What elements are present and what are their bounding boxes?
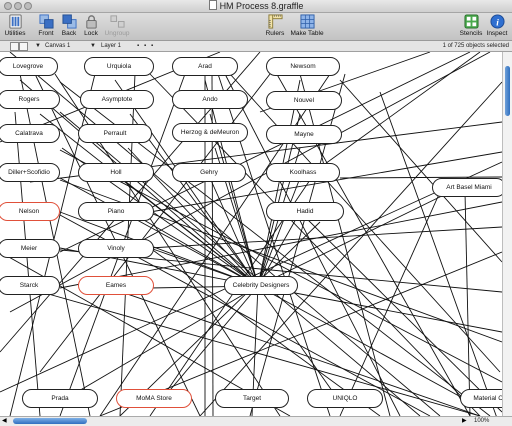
utilities-button[interactable]: Utilities xyxy=(3,13,27,37)
layer-visibility-icon[interactable]: ▪ xyxy=(137,41,139,51)
diagram-node[interactable]: Material Co xyxy=(460,389,502,408)
diagram-node[interactable]: Herzog & deMeuron xyxy=(172,123,248,142)
document-icon xyxy=(208,0,217,10)
diagram-node[interactable]: Koolhass xyxy=(266,163,340,182)
svg-text:i: i xyxy=(496,18,499,28)
rulers-icon xyxy=(267,14,283,29)
diagram-node[interactable]: Holl xyxy=(78,163,154,182)
toolbar: Utilities Front Back Lock Ungroup Rulers… xyxy=(0,13,512,41)
ungroup-icon xyxy=(109,15,125,28)
diagram-node[interactable]: UNIQLO xyxy=(307,389,383,408)
connection-lines xyxy=(0,52,502,416)
info-icon: i xyxy=(489,14,505,29)
front-button[interactable]: Front xyxy=(37,13,55,37)
next-canvas-button[interactable] xyxy=(19,42,28,51)
front-label: Front xyxy=(38,30,54,37)
horizontal-scroll-thumb[interactable] xyxy=(13,418,87,424)
diagram-node[interactable]: Celebrity Designers xyxy=(224,276,298,295)
diagram-node[interactable]: Nelson xyxy=(0,202,60,221)
utilities-icon xyxy=(8,14,22,29)
layer-menu-icon: ▼ xyxy=(90,43,96,49)
diagram-node[interactable]: Hadid xyxy=(266,202,344,221)
layer-print-icon[interactable]: ▪ xyxy=(144,41,146,51)
canvas-selector[interactable]: Canvas 1 xyxy=(45,41,70,51)
ungroup-label: Ungroup xyxy=(104,30,130,37)
make-table-label: Make Table xyxy=(290,30,324,37)
rulers-label: Rulers xyxy=(265,30,285,37)
diagram-node[interactable]: Eames xyxy=(78,276,154,295)
stencils-label: Stencils xyxy=(459,30,483,37)
layer-selector[interactable]: Layer 1 xyxy=(101,41,121,51)
utilities-label: Utilities xyxy=(4,30,26,37)
diagram-node[interactable]: Meier xyxy=(0,239,60,258)
canvas-menu-icon: ▼ xyxy=(35,43,41,49)
back-button[interactable]: Back xyxy=(61,13,77,37)
make-table-button[interactable]: Make Table xyxy=(289,13,325,37)
diagram-node[interactable]: Ando xyxy=(172,90,248,109)
diagram-node[interactable]: Rogers xyxy=(0,90,60,109)
selection-status: 1 of 725 objects selected xyxy=(442,43,509,49)
diagram-node[interactable]: Gehry xyxy=(172,163,246,182)
diagram-node[interactable]: Art Basel Miami xyxy=(432,178,502,197)
window-titlebar: HM Process 8.graffle xyxy=(0,0,512,13)
diagram-node[interactable]: Prada xyxy=(22,389,98,408)
window-title-text: HM Process 8.graffle xyxy=(219,1,304,11)
diagram-node[interactable]: Urquiola xyxy=(84,57,154,76)
diagram-node[interactable]: Vinoly xyxy=(78,239,154,258)
stencils-button[interactable]: Stencils xyxy=(459,13,483,37)
diagram-node[interactable]: Diller+Scofidio xyxy=(0,163,60,182)
diagram-node[interactable]: MoMA Store xyxy=(116,389,192,408)
send-to-back-icon xyxy=(61,14,77,29)
canvas-layer-bar: ▼ Canvas 1 ▼ Layer 1 ▪ ▪ ▪ 1 of 725 obje… xyxy=(0,41,512,52)
diagram-node[interactable]: Calatrava xyxy=(0,124,60,143)
inspect-button[interactable]: i Inspect xyxy=(486,13,508,37)
diagram-node[interactable]: Target xyxy=(215,389,289,408)
lock-icon xyxy=(85,15,97,29)
rulers-button[interactable]: Rulers xyxy=(264,13,286,37)
diagram-node[interactable]: Lovegrove xyxy=(0,57,58,76)
vertical-scroll-thumb[interactable] xyxy=(505,66,510,116)
lock-label: Lock xyxy=(84,30,98,37)
back-label: Back xyxy=(61,30,77,37)
previous-canvas-button[interactable] xyxy=(10,42,19,51)
diagram-canvas[interactable]: Lovegrove Urquiola Arad Newsom Rogers Asympto… xyxy=(0,52,502,416)
bring-to-front-icon xyxy=(38,14,54,29)
lock-button[interactable]: Lock xyxy=(83,13,99,37)
layer-lock-icon[interactable]: ▪ xyxy=(151,41,153,51)
diagram-node[interactable]: Newsom xyxy=(266,57,340,76)
diagram-node[interactable]: Perrault xyxy=(78,124,152,143)
window-title: HM Process 8.graffle xyxy=(0,0,512,12)
ungroup-button[interactable]: Ungroup xyxy=(104,13,130,37)
diagram-node[interactable]: Mayne xyxy=(266,125,342,144)
inspect-label: Inspect xyxy=(486,30,508,37)
diagram-node[interactable]: Starck xyxy=(0,276,60,295)
make-table-icon xyxy=(299,14,315,29)
diagram-node[interactable]: Piano xyxy=(78,202,154,221)
diagram-node[interactable]: Arad xyxy=(172,57,238,76)
diagram-node[interactable]: Asymptote xyxy=(80,90,154,109)
diagram-node[interactable]: Nouvel xyxy=(266,91,342,110)
stencils-icon xyxy=(463,14,479,29)
vertical-scrollbar[interactable] xyxy=(502,52,512,416)
